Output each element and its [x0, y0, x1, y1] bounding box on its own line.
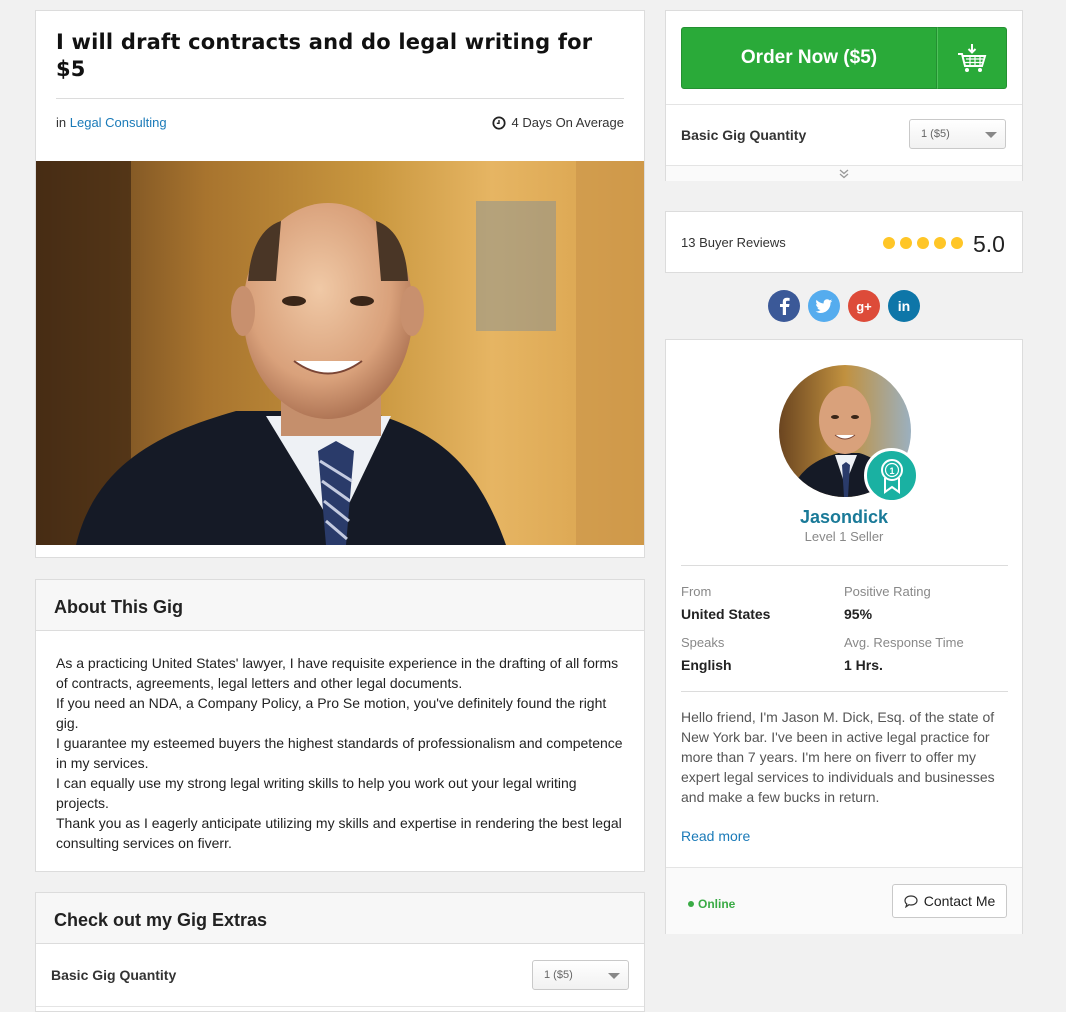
chevron-down-icon	[985, 132, 997, 138]
cart-icon	[958, 44, 987, 72]
category-prefix: in	[56, 115, 67, 130]
google-plus-icon[interactable]: g+	[848, 290, 880, 322]
star-icon	[883, 237, 895, 249]
extras-quantity-label: Basic Gig Quantity	[51, 967, 177, 983]
about-header: About This Gig	[36, 580, 644, 631]
about-description: As a practicing United States' lawyer, I…	[56, 653, 626, 853]
positive-rating-value: 95%	[844, 606, 873, 622]
about-paragraph: If you need an NDA, a Company Policy, a …	[56, 695, 607, 731]
positive-rating-label: Positive Rating	[844, 584, 931, 599]
read-more-link[interactable]: Read more	[681, 828, 750, 844]
star-icon	[900, 237, 912, 249]
response-time-label: Avg. Response Time	[844, 635, 964, 650]
online-status-label: Online	[698, 897, 736, 911]
divider	[56, 98, 624, 99]
about-paragraph: I guarantee my esteemed buyers the highe…	[56, 735, 623, 771]
reviews-card[interactable]: 13 Buyer Reviews 5.0	[665, 211, 1023, 273]
order-quantity-label: Basic Gig Quantity	[681, 127, 807, 143]
speaks-label: Speaks	[681, 635, 725, 650]
gig-meta: in Legal Consulting 4 Days On Average	[56, 115, 624, 133]
linkedin-glyph: in	[897, 298, 911, 314]
about-heading: About This Gig	[54, 597, 183, 617]
seller-bio: Hello friend, I'm Jason M. Dick, Esq. of…	[681, 709, 995, 805]
social-share: g+ in	[768, 290, 920, 322]
gig-title: I will draft contracts and do legal writ…	[56, 30, 593, 81]
expand-extras-toggle[interactable]	[666, 165, 1022, 181]
response-time-value: 1 Hrs.	[844, 657, 883, 673]
about-paragraph: Thank you as I eagerly anticipate utiliz…	[56, 815, 622, 851]
contact-me-button[interactable]: Contact Me	[892, 884, 1007, 918]
online-status: Online	[688, 897, 735, 911]
from-label: From	[681, 584, 712, 599]
rating-score: 5.0	[973, 231, 1005, 257]
clock-icon	[491, 115, 506, 130]
extras-heading: Check out my Gig Extras	[54, 910, 268, 930]
extras-quantity-value: 1 ($5)	[544, 969, 573, 981]
linkedin-icon[interactable]: in	[888, 290, 920, 322]
extras-quantity-select[interactable]: 1 ($5)	[532, 960, 629, 990]
divider	[681, 691, 1008, 692]
star-rating	[883, 237, 963, 249]
gig-extras-card: Check out my Gig Extras Basic Gig Quanti…	[35, 892, 645, 1012]
seller-card: 1 Jasondick Level 1 Seller From United S…	[665, 339, 1023, 934]
facebook-icon[interactable]	[768, 290, 800, 322]
delivery-time-label: 4 Days On Average	[511, 115, 625, 130]
from-value: United States	[681, 606, 771, 622]
svg-text:1: 1	[889, 466, 894, 476]
gig-photo[interactable]	[36, 161, 644, 545]
review-count[interactable]: 13 Buyer Reviews	[681, 235, 786, 250]
chevron-down-icon	[608, 973, 620, 979]
gig-header-card: I will draft contracts and do legal writ…	[35, 10, 645, 558]
seller-name[interactable]: Jasondick	[666, 507, 1022, 528]
speaks-value: English	[681, 657, 732, 673]
about-paragraph: I can equally use my strong legal writin…	[56, 775, 577, 811]
order-card: Order Now ($5) Basic Gig Quantity 1 ($5)	[665, 10, 1023, 181]
seller-level-badge-icon: 1	[864, 448, 919, 503]
order-now-button[interactable]: Order Now ($5)	[681, 27, 937, 89]
contact-me-label: Contact Me	[923, 893, 996, 909]
twitter-icon[interactable]	[808, 290, 840, 322]
order-quantity-value: 1 ($5)	[921, 128, 950, 140]
category-link[interactable]: Legal Consulting	[70, 115, 167, 130]
divider	[666, 104, 1022, 105]
add-to-cart-button[interactable]	[937, 27, 1007, 89]
about-gig-card: About This Gig As a practicing United St…	[35, 579, 645, 872]
extras-quantity-row: Basic Gig Quantity 1 ($5)	[36, 945, 644, 1007]
seller-footer: Online Contact Me	[666, 867, 1022, 934]
google-plus-glyph: g+	[856, 298, 872, 314]
online-dot-icon	[688, 901, 694, 907]
about-paragraph: As a practicing United States' lawyer, I…	[56, 655, 619, 691]
delivery-time: 4 Days On Average	[491, 115, 625, 130]
double-chevron-down-icon	[839, 169, 849, 178]
speech-bubble-icon	[904, 894, 918, 908]
gig-photo-image	[36, 161, 644, 545]
extras-header: Check out my Gig Extras	[36, 893, 644, 944]
divider	[681, 565, 1008, 566]
star-icon	[917, 237, 929, 249]
order-quantity-select[interactable]: 1 ($5)	[909, 119, 1006, 149]
seller-level: Level 1 Seller	[804, 529, 884, 544]
star-icon	[951, 237, 963, 249]
star-icon	[934, 237, 946, 249]
